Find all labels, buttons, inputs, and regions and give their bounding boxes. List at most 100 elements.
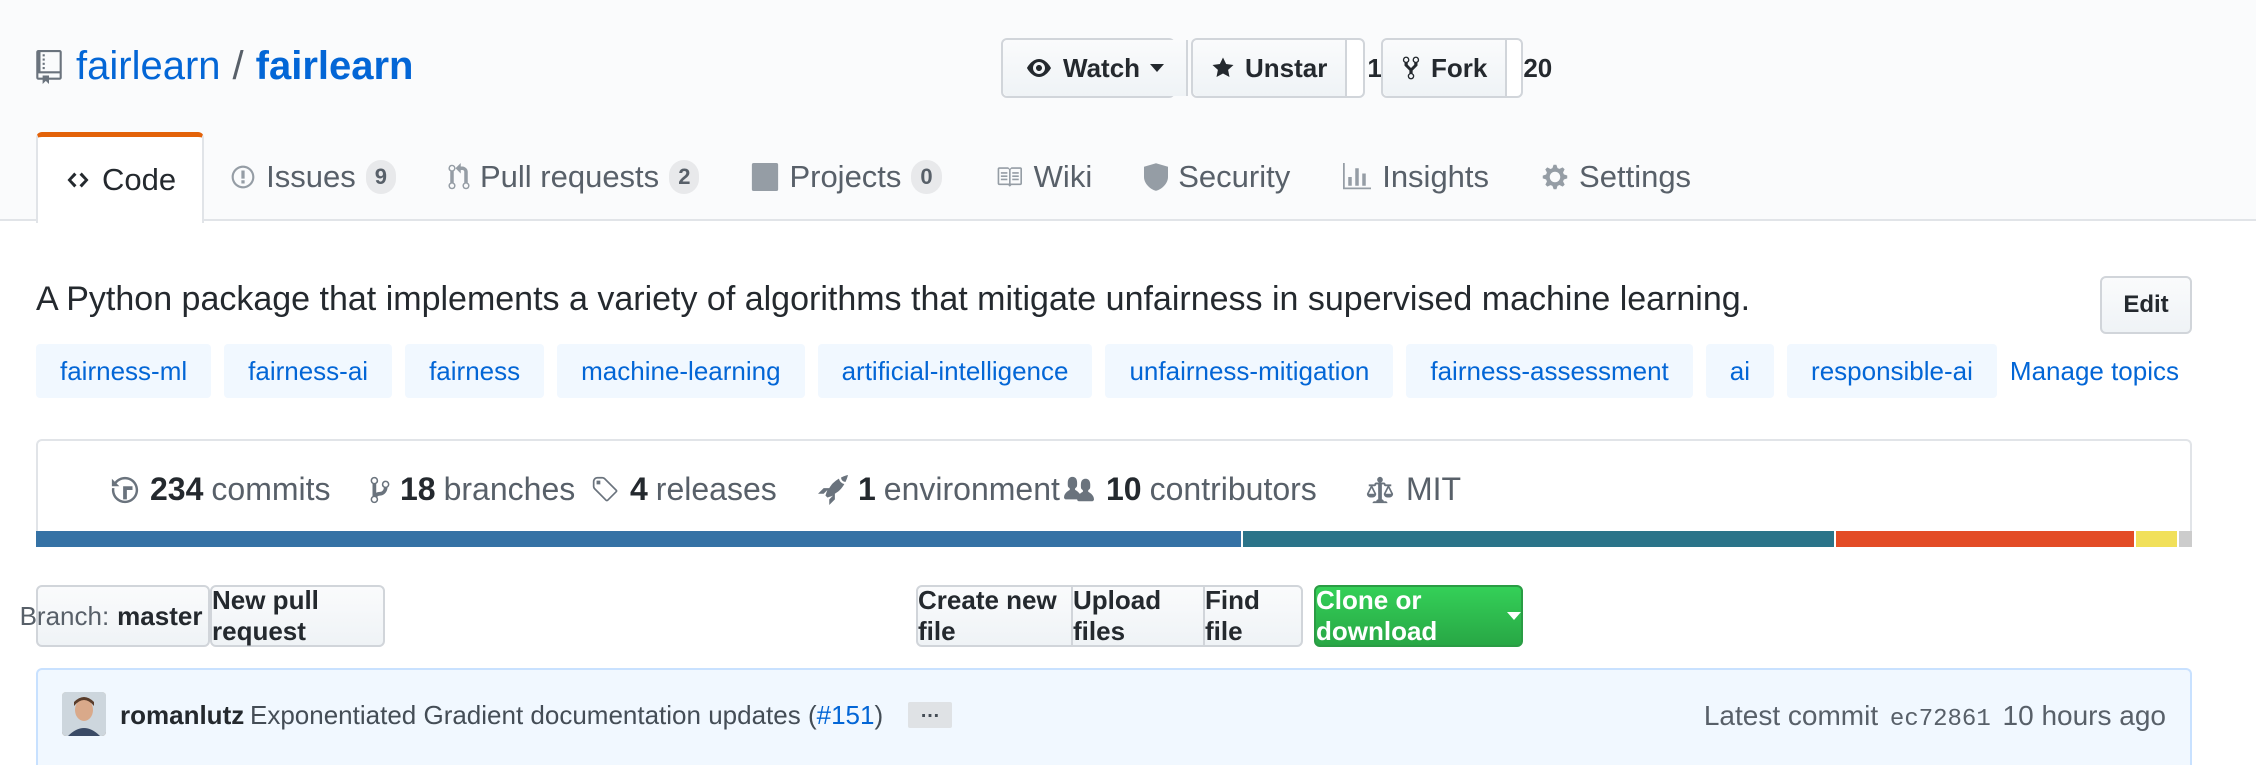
- unstar-button[interactable]: Unstar: [1193, 40, 1348, 96]
- commit-pr-link[interactable]: #151: [817, 700, 875, 730]
- tab-label: Code: [102, 162, 177, 197]
- topic-tag[interactable]: fairness-assessment: [1406, 344, 1693, 398]
- repo-separator: /: [232, 44, 244, 88]
- commit-sha-link[interactable]: ec72861: [1890, 706, 1991, 733]
- book-icon: [997, 166, 1022, 187]
- repo-title: fairlearn / fairlearn: [36, 44, 414, 89]
- projects-count-badge: 0: [911, 159, 942, 194]
- branches-summary[interactable]: 18 branches: [370, 471, 575, 508]
- pull-requests-count-badge: 2: [669, 159, 700, 194]
- tab-pull-requests[interactable]: Pull requests 2: [422, 132, 725, 221]
- tab-label: Issues: [266, 158, 356, 194]
- tab-label: Insights: [1382, 158, 1490, 194]
- topic-tag[interactable]: fairness-ai: [224, 344, 393, 398]
- tag-icon: [592, 476, 618, 501]
- latest-commit-label: Latest commit: [1703, 700, 1879, 731]
- commits-count: 234: [150, 471, 204, 507]
- contributors-summary[interactable]: 10 contributors: [1062, 471, 1317, 508]
- code-icon: [67, 172, 89, 188]
- tab-wiki[interactable]: Wiki: [968, 132, 1119, 221]
- repo-nav-tabs: Code Issues 9 Pull requests 2 Projects 0…: [36, 132, 1717, 223]
- branches-count: 18: [400, 471, 436, 507]
- watch-button[interactable]: Watch: [1003, 40, 1189, 96]
- tab-label: Pull requests: [479, 158, 660, 194]
- issues-count-badge: 9: [365, 159, 396, 194]
- fork-icon: [1402, 56, 1420, 80]
- topic-tag[interactable]: artificial-intelligence: [817, 344, 1093, 398]
- create-new-file-button[interactable]: Create new file: [916, 585, 1073, 647]
- branches-label: branches: [443, 471, 576, 507]
- releases-count: 4: [630, 471, 648, 507]
- new-pull-request-button[interactable]: New pull request: [210, 585, 385, 647]
- manage-topics-link[interactable]: Manage topics: [2010, 356, 2179, 387]
- issue-icon: [231, 165, 255, 188]
- repo-owner-link[interactable]: fairlearn: [76, 44, 221, 89]
- clone-label: Clone or download: [1316, 585, 1438, 646]
- eye-icon: [1027, 59, 1051, 77]
- tab-security[interactable]: Security: [1118, 132, 1316, 221]
- avatar-image: [62, 692, 106, 736]
- star-group: Unstar 126: [1191, 38, 1411, 98]
- language-bar-segment: [2177, 531, 2192, 547]
- watch-label: Watch: [1063, 52, 1141, 83]
- expand-commit-message-button[interactable]: …: [908, 701, 952, 728]
- tab-code[interactable]: Code: [36, 132, 205, 223]
- topic-tag[interactable]: responsible-ai: [1787, 344, 1997, 398]
- tab-insights[interactable]: Insights: [1316, 132, 1515, 221]
- pull-request-icon: [448, 162, 470, 189]
- avatar[interactable]: [62, 692, 106, 736]
- topic-tag[interactable]: machine-learning: [557, 344, 805, 398]
- commit-message-text: Exponentiated Gradient documentation upd…: [250, 700, 817, 730]
- fork-button[interactable]: Fork: [1383, 40, 1508, 96]
- tab-projects[interactable]: Projects 0: [725, 132, 967, 221]
- commit-message[interactable]: Exponentiated Gradient documentation upd…: [250, 700, 883, 731]
- watch-group: Watch 8: [1001, 38, 1223, 98]
- tab-issues[interactable]: Issues 9: [204, 132, 422, 221]
- repo-icon: [36, 49, 62, 84]
- environments-count: 1: [858, 471, 876, 507]
- topics-list: fairness-ml fairness-ai fairness machine…: [36, 344, 2179, 398]
- contributors-count: 10: [1106, 471, 1142, 507]
- commits-summary[interactable]: 234 commits: [110, 471, 331, 508]
- fork-count[interactable]: 20: [1507, 40, 1568, 96]
- contributors-label: contributors: [1149, 471, 1317, 507]
- commits-label: commits: [211, 471, 331, 507]
- environments-summary[interactable]: 1 environment: [818, 471, 1060, 508]
- people-icon: [1064, 476, 1094, 501]
- commit-author-link[interactable]: romanlutz: [120, 700, 244, 731]
- edit-description-button[interactable]: Edit: [2100, 276, 2192, 334]
- language-bar-segment: [2134, 531, 2178, 547]
- language-bar[interactable]: [36, 531, 2192, 547]
- branch-name: master: [117, 600, 203, 631]
- graph-icon: [1343, 162, 1372, 189]
- topic-tag[interactable]: unfairness-mitigation: [1105, 344, 1394, 398]
- commit-message-end: ): [874, 700, 884, 730]
- topic-tag[interactable]: fairness-ml: [36, 344, 212, 398]
- chevron-down-icon: [1507, 612, 1521, 620]
- commit-time: 10 hours ago: [2002, 700, 2166, 731]
- fork-label: Fork: [1431, 52, 1488, 83]
- rocket-icon: [818, 474, 848, 505]
- releases-label: releases: [655, 471, 777, 507]
- topic-tag[interactable]: fairness: [405, 344, 545, 398]
- language-bar-segment: [36, 531, 1242, 547]
- clone-or-download-button[interactable]: Clone or download: [1314, 585, 1523, 647]
- license-summary[interactable]: MIT: [1364, 471, 1461, 508]
- unstar-label: Unstar: [1245, 52, 1328, 83]
- topic-tag[interactable]: ai: [1705, 344, 1775, 398]
- repo-header: fairlearn / fairlearn Watch 8 Unstar 126…: [0, 0, 2256, 223]
- chevron-down-icon: [1150, 64, 1165, 72]
- shield-icon: [1144, 162, 1169, 191]
- tab-label: Security: [1178, 158, 1291, 194]
- history-icon: [111, 476, 139, 503]
- fork-group: Fork 20: [1381, 38, 1552, 98]
- latest-commit-bar: romanlutz Exponentiated Gradient documen…: [36, 668, 2192, 765]
- repo-name-link[interactable]: fairlearn: [256, 44, 414, 89]
- branch-select-button[interactable]: Branch: master: [20, 585, 227, 647]
- upload-files-button[interactable]: Upload files: [1071, 585, 1205, 647]
- star-icon: [1212, 57, 1234, 77]
- releases-summary[interactable]: 4 releases: [590, 471, 777, 508]
- tab-settings[interactable]: Settings: [1515, 132, 1717, 221]
- find-file-button[interactable]: Find file: [1203, 585, 1303, 647]
- branch-icon: [370, 476, 390, 503]
